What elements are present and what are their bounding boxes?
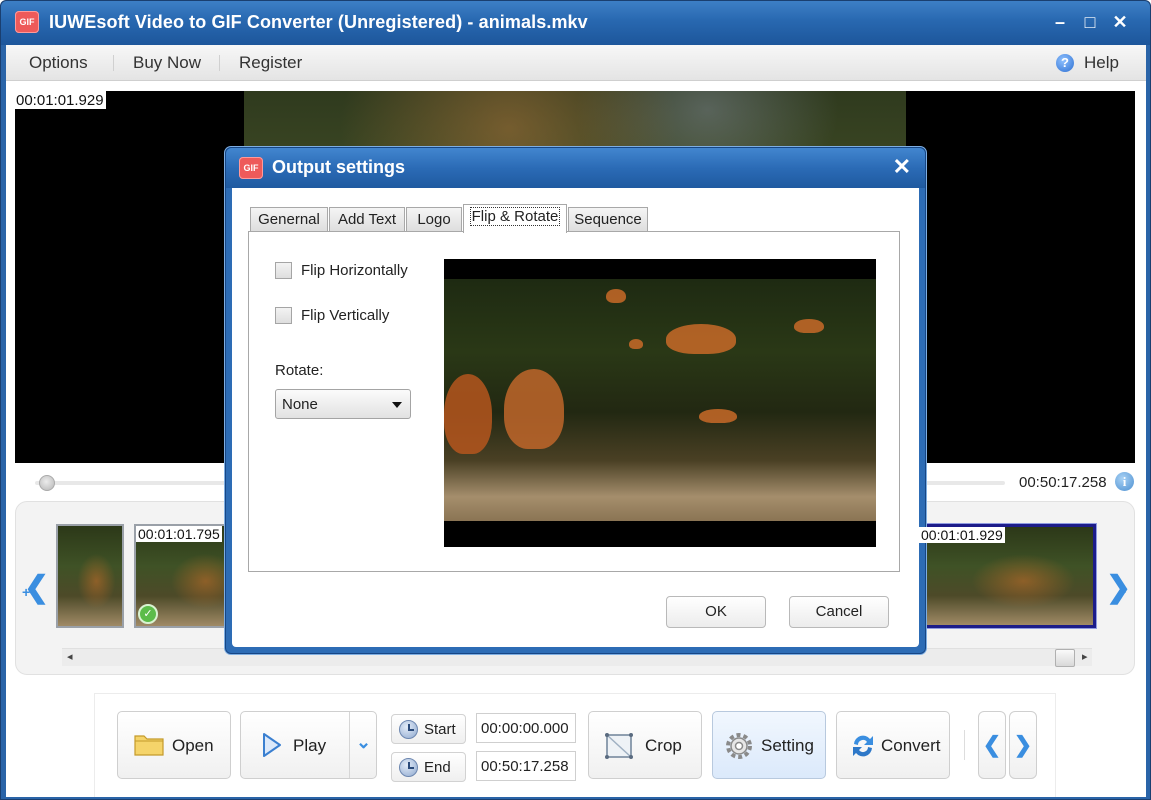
dialog-body: Genernal Add Text Logo Flip & Rotate Seq… (232, 188, 919, 647)
play-icon (263, 733, 281, 757)
filmstrip-next-button[interactable]: ❯ + (1106, 570, 1132, 606)
butterfly-shape (606, 289, 626, 303)
dialog-title: Output settings (272, 157, 405, 177)
end-label: End (424, 759, 451, 776)
seek-thumb[interactable] (38, 475, 55, 491)
menu-register[interactable]: Register (239, 53, 302, 73)
crop-button[interactable]: Crop (588, 711, 702, 779)
butterfly-shape (794, 319, 824, 333)
tab-logo[interactable]: Logo (406, 207, 462, 233)
scroll-left-arrow[interactable]: ◂ (67, 650, 73, 663)
bottom-toolbar: Open Play ⌄ Start End 00:00:00.000 00:50… (94, 693, 1056, 797)
play-button[interactable]: Play ⌄ (240, 711, 377, 779)
clock-icon (399, 720, 418, 739)
minimize-button[interactable]: – (1047, 9, 1073, 35)
convert-label: Convert (881, 736, 941, 755)
flip-horizontally-label: Flip Horizontally (301, 262, 408, 279)
rotate-label: Rotate: (275, 362, 324, 379)
open-label: Open (172, 736, 214, 755)
split-divider (349, 712, 350, 778)
rotate-select-value: None (282, 396, 318, 413)
set-start-button[interactable]: Start (391, 714, 466, 744)
menu-options[interactable]: Options (29, 53, 88, 73)
menu-separator (113, 55, 114, 71)
dropdown-caret-icon (392, 402, 402, 408)
clock-icon (399, 758, 418, 777)
toolbar-divider (964, 730, 965, 760)
filmstrip-prev-button[interactable]: ❮ + (22, 570, 50, 606)
open-button[interactable]: Open (117, 711, 231, 779)
window-title: IUWEsoft Video to GIF Converter (Unregis… (49, 12, 588, 32)
menu-separator (219, 55, 220, 71)
butterfly-shape (666, 324, 736, 354)
scroll-right-arrow[interactable]: ▸ (1082, 650, 1088, 663)
scrollbar-thumb[interactable] (1055, 649, 1075, 667)
dialog-close-button[interactable]: ✕ (893, 154, 911, 180)
output-settings-dialog: GIF Output settings ✕ Genernal Add Text … (225, 147, 926, 654)
butterfly-shape (629, 339, 643, 349)
convert-refresh-icon (853, 735, 873, 757)
dialog-title-bar[interactable]: GIF Output settings ✕ (226, 148, 925, 188)
flip-rotate-preview (444, 259, 876, 547)
butterfly-shape (699, 409, 737, 423)
start-label: Start (424, 721, 456, 738)
title-bar[interactable]: GIF IUWEsoft Video to GIF Converter (Unr… (1, 1, 1150, 45)
help-menu[interactable]: Help (1084, 53, 1119, 73)
tab-flip-rotate[interactable]: Flip & Rotate (463, 204, 567, 233)
app-logo-icon: GIF (15, 11, 39, 33)
menu-bar: Options Buy Now Register ? Help (6, 45, 1146, 81)
help-icon[interactable]: ? (1056, 54, 1074, 72)
folder-icon (134, 735, 164, 756)
butterfly-shape (444, 374, 492, 454)
flip-horizontally-checkbox[interactable] (275, 262, 292, 279)
crop-icon (605, 733, 633, 759)
plus-icon: + (1118, 584, 1127, 600)
tab-add-text[interactable]: Add Text (329, 207, 405, 233)
thumbnail-time: 00:01:01.795 (136, 526, 222, 542)
duration-label: 00:50:17.258 (1019, 474, 1107, 491)
preview-image (444, 279, 876, 521)
frame-thumbnail[interactable] (56, 524, 124, 628)
app-logo-icon: GIF (239, 157, 263, 179)
play-label: Play (293, 736, 327, 755)
tab-sequence[interactable]: Sequence (568, 207, 648, 233)
set-end-button[interactable]: End (391, 752, 466, 782)
gear-icon (726, 733, 752, 759)
menu-buy-now[interactable]: Buy Now (133, 53, 201, 73)
plus-icon: + (22, 584, 31, 600)
setting-button[interactable]: Setting (712, 711, 826, 779)
app-window: GIF IUWEsoft Video to GIF Converter (Unr… (0, 0, 1151, 800)
play-dropdown-chevron-icon[interactable]: ⌄ (356, 732, 371, 753)
cancel-button[interactable]: Cancel (789, 596, 889, 628)
flip-vertically-label: Flip Vertically (301, 307, 390, 324)
info-icon[interactable]: i (1115, 472, 1134, 491)
maximize-button[interactable]: □ (1077, 9, 1103, 35)
flip-rotate-panel: Flip Horizontally Flip Vertically Rotate… (248, 231, 900, 572)
thumbnail-time: 00:01:01.929 (919, 527, 1005, 543)
butterfly-shape (504, 369, 564, 449)
setting-label: Setting (761, 736, 814, 755)
rotate-select[interactable]: None (275, 389, 411, 419)
ok-button[interactable]: OK (666, 596, 766, 628)
check-badge-icon: ✓ (138, 604, 158, 624)
flip-vertically-checkbox[interactable] (275, 307, 292, 324)
crop-label: Crop (645, 736, 682, 755)
end-time-input[interactable]: 00:50:17.258 (476, 751, 576, 781)
frame-thumbnail-selected[interactable]: 00:01:01.929 (915, 523, 1097, 629)
current-time-overlay: 00:01:01.929 (15, 91, 106, 109)
next-frame-button[interactable]: ❯ (1009, 711, 1037, 779)
prev-frame-button[interactable]: ❮ (978, 711, 1006, 779)
start-time-input[interactable]: 00:00:00.000 (476, 713, 576, 743)
convert-button[interactable]: Convert (836, 711, 950, 779)
tab-flip-rotate-label: Flip & Rotate (469, 207, 561, 226)
close-button[interactable]: ✕ (1107, 9, 1133, 35)
tab-general[interactable]: Genernal (250, 207, 328, 233)
